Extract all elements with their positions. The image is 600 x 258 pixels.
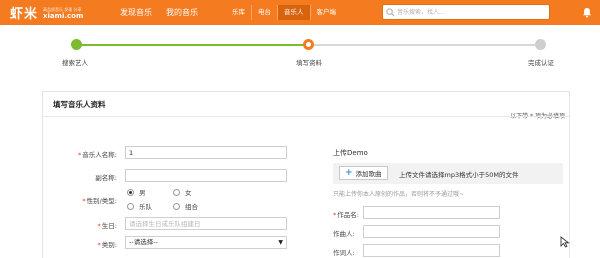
composer-label: 作曲人:	[333, 230, 355, 238]
mouse-cursor-icon	[560, 236, 572, 248]
demo-title: 上传Demo	[333, 149, 368, 157]
caret-down-icon: ▼	[278, 239, 283, 246]
subnav-radio[interactable]: 电台	[251, 5, 277, 20]
subnav-client[interactable]: 客户端	[309, 5, 343, 20]
search-icon[interactable]	[383, 5, 397, 19]
step-dot-fill	[303, 39, 314, 50]
alias-label: 副名称:	[95, 174, 117, 182]
xiami-logo[interactable]: 虾米 高品质音乐 发现 分享 xiami.com	[10, 3, 84, 23]
add-song-button[interactable]: + 添加歌曲	[339, 166, 388, 180]
radio-icon	[127, 202, 134, 210]
category-select-value: --请选择--	[129, 238, 158, 246]
upload-note: 只能上传你本人原创的作品，否则将不予通过哦~	[333, 191, 465, 198]
composer-input[interactable]	[363, 225, 500, 238]
nav-my-music[interactable]: 我的音乐	[166, 7, 198, 18]
logo-tagline: 高品质音乐 发现 分享	[43, 6, 82, 12]
radio-icon	[173, 202, 180, 210]
birthday-input[interactable]	[125, 217, 287, 230]
form-divider	[43, 116, 569, 117]
step-track-todo	[309, 44, 541, 46]
category-select[interactable]: --请选择-- ▼	[125, 236, 287, 249]
birthday-label: *生日:	[97, 222, 117, 230]
name-label: *音乐人名称:	[78, 151, 117, 159]
radio-checked-icon	[127, 188, 134, 196]
musician-form-panel: 填写音乐人资料 以下带 * 项为必填项 *音乐人名称: 副名称: *性别/类型:…	[42, 91, 570, 258]
plus-icon: +	[345, 167, 353, 178]
gender-female-radio[interactable]: 女	[173, 187, 192, 197]
work-title-input[interactable]	[363, 206, 500, 219]
lyricist-label: 作词人:	[333, 249, 355, 257]
gender-male-radio[interactable]: 男	[127, 187, 146, 197]
step-dot-search	[71, 39, 82, 50]
work-title-label: *作品名:	[333, 211, 359, 219]
progress-steps: 搜索艺人 填写资料 完成认证	[0, 25, 600, 82]
subnav-musician[interactable]: 音乐人	[277, 5, 310, 20]
main-nav: 发现音乐 我的音乐	[120, 0, 198, 25]
type-band-radio[interactable]: 乐队	[127, 201, 152, 211]
radio-icon	[173, 188, 180, 196]
upload-strip: + 添加歌曲 上传文件请选择mp3格式小于50M的文件	[333, 163, 563, 184]
upload-hint: 上传文件请选择mp3格式小于50M的文件	[399, 171, 519, 179]
notification-bell-icon[interactable]	[580, 5, 594, 19]
add-song-label: 添加歌曲	[355, 170, 382, 178]
search-input[interactable]	[397, 6, 537, 18]
form-title: 填写音乐人资料	[53, 100, 106, 109]
subnav-library[interactable]: 乐库	[226, 5, 251, 20]
logo-main-text: 虾米	[10, 7, 39, 22]
step-label-search: 搜索艺人	[62, 59, 88, 67]
top-bar: 虾米 高品质音乐 发现 分享 xiami.com 发现音乐 我的音乐 乐库 电台…	[0, 0, 600, 25]
nav-discover-music[interactable]: 发现音乐	[120, 7, 152, 18]
category-label: *类别:	[97, 241, 117, 249]
step-label-finish: 完成认证	[528, 59, 554, 67]
step-dot-finish	[535, 39, 546, 50]
sub-nav: 乐库 电台 音乐人 客户端	[226, 5, 342, 20]
logo-domain: xiami.com	[43, 11, 84, 20]
alias-input[interactable]	[125, 169, 287, 182]
step-track-done	[77, 44, 309, 46]
step-label-fill: 填写资料	[296, 59, 322, 67]
search-box	[382, 4, 550, 20]
musician-name-input[interactable]	[125, 146, 287, 159]
type-group-radio[interactable]: 组合	[173, 201, 198, 211]
lyricist-input[interactable]	[363, 244, 500, 257]
gender-label: *性别/类型:	[82, 197, 117, 205]
